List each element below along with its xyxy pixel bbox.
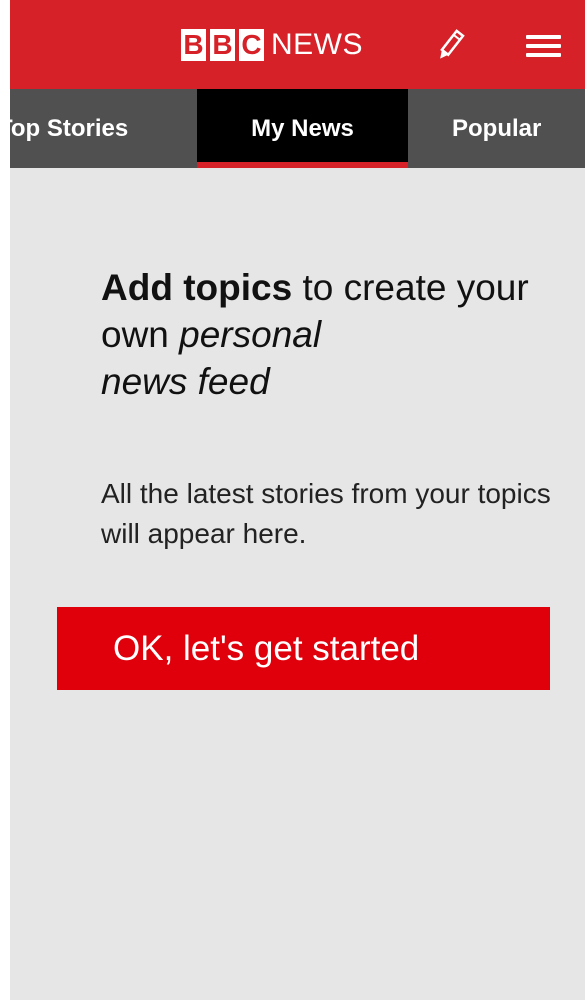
headline: Add topics to create your own personal ne…: [101, 264, 541, 405]
logo-word: NEWS: [271, 28, 363, 61]
tab-popular[interactable]: Popular: [452, 89, 541, 168]
tab-top-stories[interactable]: Top Stories: [10, 89, 128, 168]
header-bar: B B C NEWS: [10, 0, 585, 89]
pencil-icon[interactable]: [433, 26, 467, 66]
subtext: All the latest stories from your topics …: [101, 478, 551, 549]
tab-bar: Top Stories My News Popular: [10, 89, 585, 168]
logo-box-b2: B: [210, 29, 235, 61]
bbc-news-logo[interactable]: B B C NEWS: [181, 27, 363, 63]
logo-box-c: C: [239, 29, 264, 61]
app-screen: B B C NEWS Top Stories My News Popular A…: [0, 0, 585, 1000]
left-edge-strip: [0, 0, 10, 1000]
get-started-button[interactable]: OK, let's get started: [57, 607, 550, 690]
tab-my-news[interactable]: My News: [197, 89, 408, 168]
headline-bold: Add topics: [101, 267, 293, 308]
hamburger-menu-icon[interactable]: [525, 31, 563, 61]
headline-italic-2: news feed: [101, 361, 270, 402]
logo-box-b1: B: [181, 29, 206, 61]
headline-italic-1: personal: [179, 314, 322, 355]
my-news-empty-state: Add topics to create your own personal ne…: [10, 168, 585, 1000]
